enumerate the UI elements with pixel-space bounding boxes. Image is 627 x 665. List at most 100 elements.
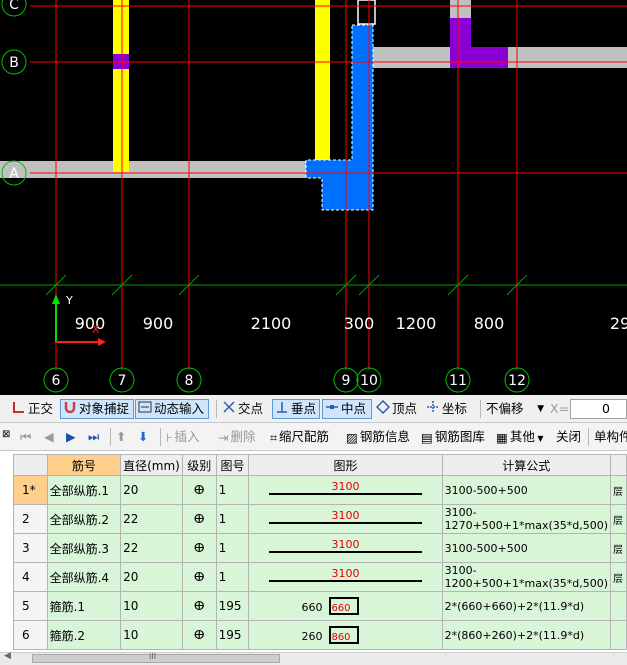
rebar-info-button[interactable]: ▨ 钢筋信息	[346, 427, 410, 447]
table-row[interactable]: 3 全部纵筋.3 22 ⴲ 1 3100 3100-500+500 层	[13, 533, 627, 563]
object-snap-button[interactable]: 对象捕捉	[60, 399, 134, 419]
first-record-icon[interactable]: ⏮	[20, 427, 31, 447]
delete-button[interactable]: ⇥ 删除	[218, 427, 256, 447]
cell-formula[interactable]: 3100-1270+500+1*max(35*d,500)	[441, 504, 612, 534]
rebar-library-button[interactable]: ▤ 钢筋图库	[421, 427, 485, 447]
cell-more: 层	[610, 475, 627, 505]
cell-shape[interactable]: 3100	[248, 562, 443, 592]
offset-select[interactable]: 不偏移 ▼	[486, 399, 544, 419]
scale-rebar-button[interactable]: ⌗ 缩尺配筋	[270, 427, 329, 447]
cell-figure-no[interactable]: 195	[215, 620, 250, 650]
row-number[interactable]: 1*	[13, 475, 48, 505]
cell-bar-name[interactable]: 全部纵筋.3	[46, 533, 122, 563]
cell-diameter[interactable]: 22	[120, 504, 183, 534]
cell-figure-no[interactable]: 1	[215, 533, 250, 563]
cell-bar-name[interactable]: 全部纵筋.4	[46, 562, 122, 592]
row-number[interactable]: 6	[13, 620, 48, 650]
cell-shape[interactable]: 3100	[248, 475, 443, 505]
rebar-table-panel: 筋号 直径(mm) 级别 图号 图形 计算公式 1* 全部纵筋.1 20 ⴲ 1…	[0, 451, 627, 652]
cell-formula[interactable]: 2*(860+260)+2*(11.9*d)	[441, 620, 612, 650]
ucs-x-label: X	[92, 323, 100, 336]
cell-grade[interactable]: ⴲ	[181, 533, 217, 563]
cell-shape[interactable]: 660 660	[248, 591, 443, 621]
row-number[interactable]: 5	[13, 591, 48, 621]
other-icon: ▦	[496, 429, 508, 445]
cad-canvas[interactable]: 6 7 8 9 10 11 12 C B A 900 900 2100 300 …	[0, 0, 627, 395]
horizontal-scrollbar[interactable]: ◀ III	[0, 651, 627, 665]
cell-diameter[interactable]: 20	[120, 475, 183, 505]
midpoint-label: 中点	[341, 401, 367, 416]
cell-formula[interactable]: 3100-1200+500+1*max(35*d,500)	[441, 562, 612, 592]
cell-grade[interactable]: ⴲ	[181, 620, 217, 650]
cad-drawing[interactable]: 6 7 8 9 10 11 12 C B A 900 900 2100 300 …	[0, 0, 627, 395]
header-shape[interactable]: 图形	[248, 454, 443, 476]
cell-figure-no[interactable]: 1	[215, 504, 250, 534]
last-record-icon[interactable]: ⏭	[88, 427, 99, 447]
chevron-down-icon: ▼	[534, 434, 544, 443]
table-row[interactable]: 5 箍筋.1 10 ⴲ 195 660 660 2*(660+660)+2*(11…	[13, 591, 627, 621]
separator	[160, 428, 161, 446]
header-bar-no[interactable]: 筋号	[46, 454, 122, 476]
cell-shape[interactable]: 3100	[248, 533, 443, 563]
cell-grade[interactable]: ⴲ	[181, 591, 217, 621]
header-diameter[interactable]: 直径(mm)	[120, 454, 183, 476]
cell-diameter[interactable]: 10	[120, 591, 183, 621]
cell-shape[interactable]: 260 860	[248, 620, 443, 650]
cell-diameter[interactable]: 10	[120, 620, 183, 650]
midpoint-snap-button[interactable]: 中点	[322, 399, 372, 419]
axis-label-a: A	[9, 166, 19, 182]
cell-grade[interactable]: ⴲ	[181, 562, 217, 592]
cell-figure-no[interactable]: 1	[215, 562, 250, 592]
cell-bar-name[interactable]: 全部纵筋.2	[46, 504, 122, 534]
cell-formula[interactable]: 2*(660+660)+2*(11.9*d)	[441, 591, 612, 621]
single-member-button[interactable]: 单构件	[594, 427, 627, 447]
shape-length: 3100	[331, 538, 360, 551]
vertex-snap-button[interactable]: 顶点	[375, 399, 417, 419]
close-panel-icon[interactable]: ⊠	[2, 425, 10, 445]
x-input[interactable]: 0	[570, 399, 627, 419]
row-number[interactable]: 2	[13, 504, 48, 534]
table-row[interactable]: 2 全部纵筋.2 22 ⴲ 1 3100 3100-1270+500+1*max…	[13, 504, 627, 534]
insert-button[interactable]: ⊦ 插入	[166, 427, 200, 447]
cell-formula[interactable]: 3100-500+500	[441, 475, 612, 505]
table-row[interactable]: 1* 全部纵筋.1 20 ⴲ 1 3100 3100-500+500 层	[13, 475, 627, 505]
cell-diameter[interactable]: 22	[120, 533, 183, 563]
row-number[interactable]: 3	[13, 533, 48, 563]
cell-figure-no[interactable]: 1	[215, 475, 250, 505]
cell-grade[interactable]: ⴲ	[181, 504, 217, 534]
table-row[interactable]: 6 箍筋.2 10 ⴲ 195 260 860 2*(860+260)+2*(11…	[13, 620, 627, 650]
move-up-icon[interactable]: ⬆	[116, 427, 126, 447]
scroll-left-icon[interactable]: ◀	[4, 651, 11, 661]
row-number[interactable]: 4	[13, 562, 48, 592]
prev-record-icon[interactable]: ◀	[44, 427, 54, 447]
cell-bar-name[interactable]: 箍筋.2	[46, 620, 122, 650]
axis-label-11: 11	[449, 373, 467, 389]
cell-shape[interactable]: 3100	[248, 504, 443, 534]
dim-text-7: 29	[610, 314, 627, 333]
perpendicular-snap-button[interactable]: 垂点	[272, 399, 320, 419]
cell-bar-name[interactable]: 箍筋.1	[46, 591, 122, 621]
coordinate-icon	[426, 400, 440, 420]
cell-more: 层	[610, 562, 627, 592]
table-header-row: 筋号 直径(mm) 级别 图号 图形 计算公式	[13, 454, 627, 476]
header-grade[interactable]: 级别	[181, 454, 217, 476]
move-down-icon[interactable]: ⬇	[138, 427, 148, 447]
ortho-button[interactable]: 正交	[12, 399, 53, 419]
cell-diameter[interactable]: 20	[120, 562, 183, 592]
scale-rebar-label: 缩尺配筋	[279, 429, 330, 444]
intersection-snap-button[interactable]: 交点	[222, 399, 263, 419]
scroll-thumb[interactable]: III	[32, 652, 280, 663]
cell-grade[interactable]: ⴲ	[181, 475, 217, 505]
dim-text-4: 300	[344, 314, 375, 333]
coordinate-snap-button[interactable]: 坐标	[426, 399, 467, 419]
cell-bar-name[interactable]: 全部纵筋.1	[46, 475, 122, 505]
table-row[interactable]: 4 全部纵筋.4 20 ⴲ 1 3100 3100-1200+500+1*max…	[13, 562, 627, 592]
header-formula[interactable]: 计算公式	[441, 454, 612, 476]
header-figure-no[interactable]: 图号	[215, 454, 250, 476]
next-record-icon[interactable]: ▶	[66, 427, 76, 447]
cell-figure-no[interactable]: 195	[215, 591, 250, 621]
dynamic-input-button[interactable]: 动态输入	[135, 399, 209, 419]
close-button[interactable]: 关闭	[556, 427, 581, 447]
other-menu-button[interactable]: ▦ 其他 ▼	[496, 427, 544, 447]
cell-formula[interactable]: 3100-500+500	[441, 533, 612, 563]
